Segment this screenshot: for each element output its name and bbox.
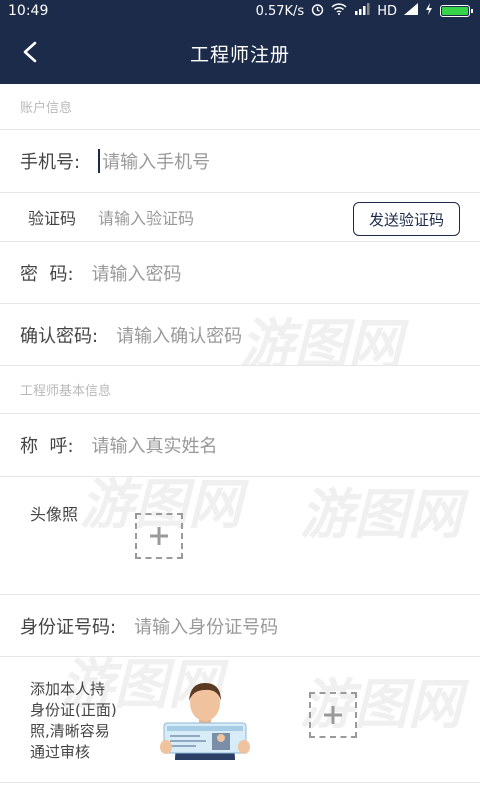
page-title: 工程师注册 [189, 43, 290, 66]
plus-icon [150, 527, 168, 545]
password-row: 密 码: 请输入密码 [0, 242, 480, 304]
code-input[interactable]: 请输入验证码 [98, 205, 194, 229]
avatar-label: 头像照 [30, 505, 79, 524]
nav-bar: 工程师注册 [0, 22, 480, 84]
add-id-card-button[interactable] [309, 692, 357, 738]
id-number-label: 身份证号码: [20, 616, 117, 638]
section-title: 工程师基本信息 [20, 384, 112, 399]
avatar-row: 头像照 [0, 477, 480, 595]
network-speed: 0.57K/s [255, 3, 305, 19]
phone-row: 手机号: 请输入手机号 [0, 130, 480, 193]
instruction-line: 身份证(正面) [30, 701, 117, 719]
instruction-line: 通过审核 [30, 743, 91, 761]
confirm-password-label: 确认密码: [20, 325, 99, 347]
confirm-password-input[interactable]: 请输入确认密码 [116, 322, 242, 348]
signal-icon [354, 3, 370, 19]
phone-input[interactable]: 请输入手机号 [98, 148, 210, 174]
text-cursor [98, 149, 101, 173]
phone-placeholder: 请输入手机号 [102, 152, 211, 173]
name-row: 称 呼: 请输入真实姓名 [0, 414, 480, 477]
password-label: 密 码: [20, 263, 74, 285]
section-header-basic: 工程师基本信息 [0, 366, 480, 414]
phone-label: 手机号: [20, 152, 81, 173]
send-code-button[interactable]: 发送验证码 [353, 202, 460, 236]
confirm-password-row: 确认密码: 请输入确认密码 [0, 304, 480, 366]
add-avatar-button[interactable] [135, 513, 183, 559]
id-card-example-illustration [160, 675, 250, 760]
wifi-icon [331, 3, 347, 19]
code-label: 验证码 [28, 209, 77, 228]
id-number-row: 身份证号码: 请输入身份证号码 [0, 595, 480, 657]
alarm-icon [311, 3, 324, 20]
signal-icon-2 [404, 3, 418, 19]
code-row: 验证码 请输入验证码 发送验证码 [0, 193, 480, 242]
name-input[interactable]: 请输入真实姓名 [92, 432, 218, 458]
battery-level [442, 7, 468, 15]
instruction-line: 照,清晰容易 [30, 722, 110, 740]
id-number-input[interactable]: 请输入身份证号码 [134, 613, 278, 639]
status-icons: 0.57K/s HD [255, 3, 473, 20]
instruction-line: 添加本人持 [30, 680, 106, 698]
name-label: 称 呼: [20, 436, 74, 457]
charging-icon [425, 3, 433, 19]
status-bar: 10:49 0.57K/s HD [0, 0, 480, 22]
id-card-instructions: 添加本人持 身份证(正面) 照,清晰容易 通过审核 [20, 679, 117, 763]
battery-icon [440, 5, 473, 17]
section-title: 账户信息 [20, 101, 73, 116]
section-header-account: 账户信息 [0, 84, 480, 130]
plus-icon [324, 706, 342, 724]
network-type: HD [377, 3, 397, 19]
chevron-left-icon [23, 41, 37, 63]
password-input[interactable]: 请输入密码 [92, 260, 182, 286]
status-time: 10:49 [8, 3, 49, 19]
back-button[interactable] [12, 34, 48, 70]
